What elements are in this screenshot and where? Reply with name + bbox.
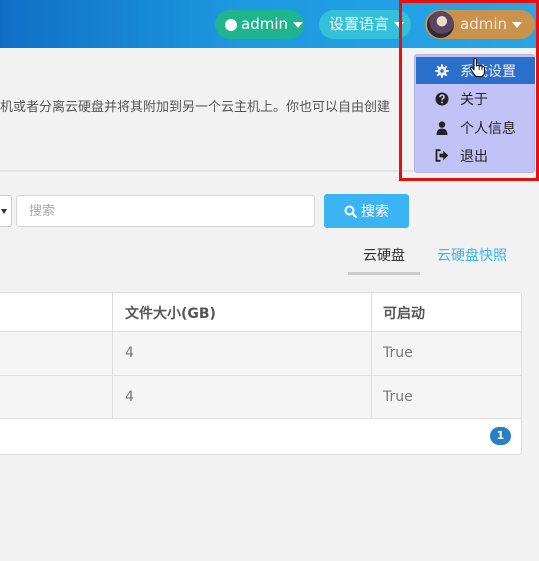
menu-item-logout[interactable]: 退出 [416,142,535,169]
column-divider [112,293,113,418]
search-field-select[interactable] [0,195,12,227]
user-label: admin [460,15,507,33]
table-row[interactable] [0,376,521,419]
language-label: 设置语言 [329,15,390,33]
user-menu-toggle[interactable]: admin [425,10,535,39]
user-icon [434,120,450,135]
gear-icon [434,63,450,78]
cell-bootable: True [383,345,413,361]
page-description: 机或者分离云硬盘并将其附加到另一个云主机上。你也可以自由创建 [0,100,391,115]
menu-item-label: 退出 [460,148,488,165]
column-divider [371,293,372,418]
status-dot-icon [225,18,237,31]
hand-cursor-icon [469,58,486,78]
table-row[interactable] [0,332,521,376]
menu-item-profile[interactable]: 个人信息 [416,114,535,141]
question-circle-icon [434,92,450,106]
language-selector[interactable]: 设置语言 [319,10,411,39]
project-selector[interactable]: admin [215,10,304,39]
search-button[interactable]: 搜索 [324,194,409,228]
caret-down-icon [512,21,522,28]
search-icon [344,205,357,218]
avatar [427,11,454,38]
tab-volumes[interactable]: 云硬盘 [348,245,420,275]
table-header-row [0,293,521,332]
page-count-badge: 1 [490,427,511,445]
project-label: admin [241,15,288,33]
volumes-table: 文件大小(GB) 可启动 4 True 4 True 1 [0,292,522,455]
sign-out-icon [434,149,450,162]
column-header-size[interactable]: 文件大小(GB) [125,303,216,323]
search-button-label: 搜索 [361,204,389,220]
menu-item-label: 个人信息 [460,120,516,137]
menu-item-label: 关于 [460,91,488,108]
caret-down-icon [293,21,303,28]
column-header-bootable[interactable]: 可启动 [383,303,425,323]
cell-size: 4 [125,345,134,361]
cell-size: 4 [125,389,134,405]
menu-item-about[interactable]: 关于 [416,85,535,112]
tab-volume-snapshots[interactable]: 云硬盘快照 [437,245,507,275]
caret-down-icon [1,209,7,214]
caret-down-icon [394,21,405,28]
search-input[interactable] [16,195,315,227]
cell-bootable: True [383,389,413,405]
